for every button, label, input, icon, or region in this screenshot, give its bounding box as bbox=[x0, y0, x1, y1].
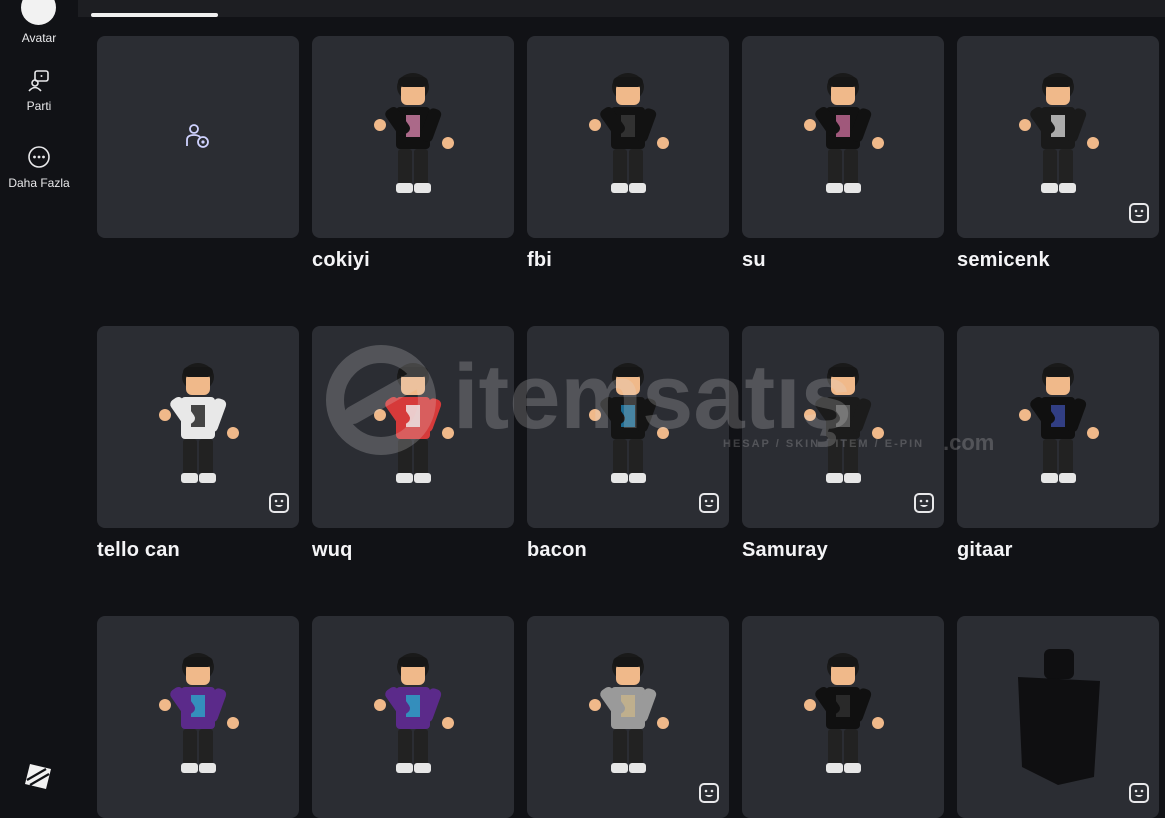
avatar-thumbnail bbox=[159, 363, 239, 483]
outfit-tile[interactable] bbox=[97, 326, 299, 528]
avatar-icon bbox=[21, 0, 56, 25]
avatar-thumbnail bbox=[589, 363, 669, 483]
outfit-tile[interactable] bbox=[527, 616, 729, 818]
tab-bar bbox=[78, 0, 1165, 17]
outfit-tile[interactable] bbox=[312, 616, 514, 818]
outfit-name: wuq bbox=[312, 539, 353, 561]
outfit-name: semicenk bbox=[957, 249, 1050, 271]
emote-badge-icon bbox=[1129, 783, 1149, 808]
outfit-name: cokiyi bbox=[312, 249, 370, 271]
avatar-silhouette bbox=[1018, 649, 1100, 785]
sidebar-item-label: Avatar bbox=[21, 31, 57, 45]
outfit-tile[interactable] bbox=[527, 36, 729, 238]
party-icon bbox=[28, 70, 49, 92]
sidebar-item-label: Parti bbox=[26, 99, 52, 113]
outfit-name: Samuray bbox=[742, 539, 828, 561]
outfit-name: fbi bbox=[527, 249, 553, 271]
emote-badge-icon bbox=[914, 493, 934, 518]
outfit-name: su bbox=[742, 249, 766, 271]
avatar-thumbnail bbox=[589, 653, 669, 773]
emote-badge-icon bbox=[699, 783, 719, 808]
tab-active-indicator[interactable] bbox=[91, 13, 218, 17]
more-icon bbox=[28, 146, 50, 168]
outfit-tile[interactable] bbox=[312, 36, 514, 238]
outfit-tile[interactable] bbox=[97, 616, 299, 818]
outfit-name: gitaar bbox=[957, 539, 1013, 561]
sidebar-item-label: Daha Fazla bbox=[8, 176, 70, 190]
create-outfit-tile[interactable] bbox=[97, 36, 299, 238]
avatar-thumbnail bbox=[374, 73, 454, 193]
avatar-thumbnail bbox=[374, 653, 454, 773]
roblox-logo-icon[interactable] bbox=[24, 762, 52, 795]
outfit-name: bacon bbox=[527, 539, 587, 561]
outfit-tile[interactable] bbox=[312, 326, 514, 528]
outfit-tile[interactable] bbox=[957, 616, 1159, 818]
avatar-thumbnail bbox=[374, 363, 454, 483]
avatar-thumbnail bbox=[1019, 73, 1099, 193]
emote-badge-icon bbox=[1129, 203, 1149, 228]
sidebar-item-avatar[interactable]: Avatar bbox=[0, 0, 78, 50]
outfit-tile[interactable] bbox=[957, 326, 1159, 528]
avatar-thumbnail bbox=[804, 363, 884, 483]
emote-badge-icon bbox=[699, 493, 719, 518]
sidebar-item-more[interactable]: Daha Fazla bbox=[0, 144, 78, 196]
create-outfit-icon bbox=[186, 124, 209, 148]
outfit-tile[interactable] bbox=[742, 36, 944, 238]
emote-badge-icon bbox=[269, 493, 289, 518]
sidebar: Avatar Parti Daha Fazla bbox=[0, 0, 78, 805]
outfit-tile[interactable] bbox=[742, 326, 944, 528]
outfit-name: tello can bbox=[97, 539, 180, 561]
avatar-thumbnail bbox=[804, 653, 884, 773]
outfit-tile[interactable] bbox=[742, 616, 944, 818]
avatar-thumbnail bbox=[1019, 363, 1099, 483]
sidebar-item-parti[interactable]: Parti bbox=[0, 68, 78, 120]
outfit-tile[interactable] bbox=[957, 36, 1159, 238]
avatar-thumbnail bbox=[159, 653, 239, 773]
avatar-thumbnail bbox=[589, 73, 669, 193]
outfits-panel: cokiyi fbi su semicenk tello can wuq bacon Samu… bbox=[78, 0, 1165, 818]
avatar-thumbnail bbox=[804, 73, 884, 193]
outfit-tile[interactable] bbox=[527, 326, 729, 528]
